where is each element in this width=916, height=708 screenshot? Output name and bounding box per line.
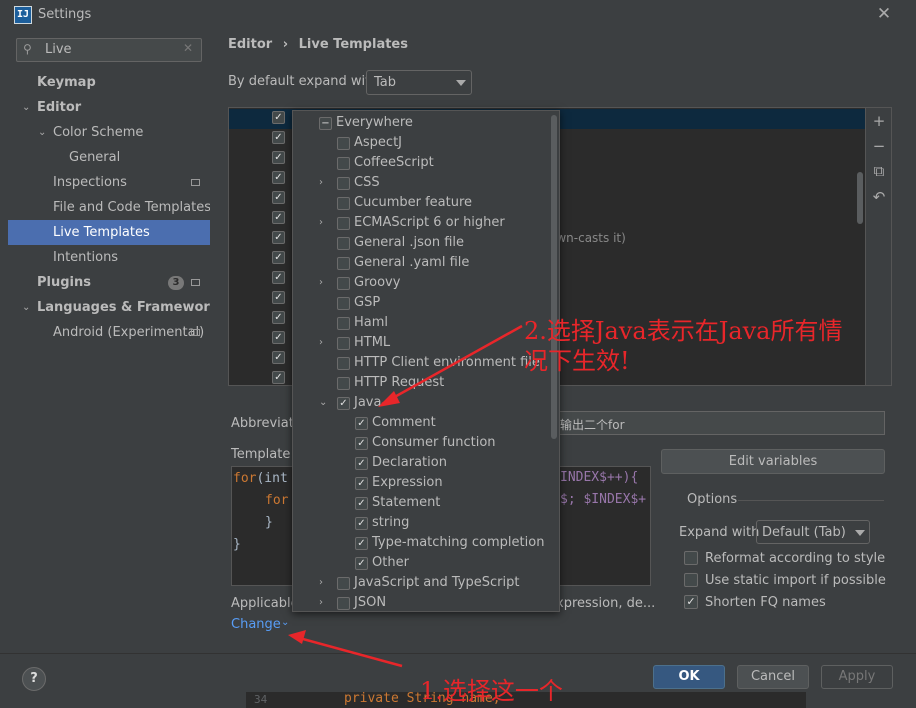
annotation-step2-line2: 况下生效! xyxy=(524,347,630,375)
arrow-to-java xyxy=(378,324,523,407)
annotation-step1: 1.选择这一个 xyxy=(420,677,563,705)
arrow-to-change xyxy=(288,630,403,668)
annotation-arrows xyxy=(288,324,523,668)
